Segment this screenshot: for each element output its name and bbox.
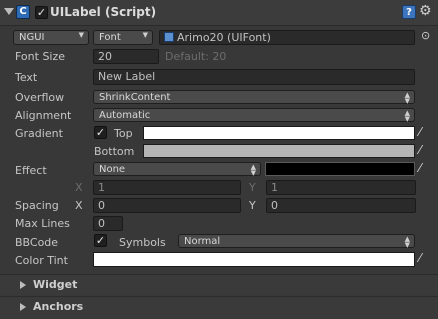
updown-arrow-icon: ▲ ▼ [404, 235, 410, 249]
font-size-field[interactable]: 20 [93, 49, 159, 64]
font-source-dropdown[interactable]: NGUI ▼ [13, 30, 89, 45]
effect-label: Effect [15, 164, 47, 177]
font-object-value: Arimo20 (UIFont) [177, 31, 271, 44]
gradient-bottom-label: Bottom [94, 145, 135, 158]
dropdown-arrow-icon: ▼ [78, 31, 84, 39]
effect-y-label: Y [249, 181, 256, 194]
component-enabled-checkbox[interactable]: ✓ [35, 6, 48, 19]
gradient-label: Gradient [15, 127, 63, 140]
widget-section-header[interactable]: Widget [0, 274, 438, 295]
max-lines-label: Max Lines [15, 217, 70, 230]
eyedropper-icon[interactable]: ⁄ [419, 161, 421, 175]
expand-arrow-icon [20, 303, 26, 311]
font-type-dropdown[interactable]: Font ▼ [93, 30, 153, 45]
help-icon[interactable]: ? [402, 5, 416, 19]
expand-arrow-icon [20, 281, 26, 289]
updown-arrow-icon: ▲ ▼ [404, 91, 410, 105]
alignment-label: Alignment [15, 109, 72, 122]
gradient-top-label: Top [114, 127, 133, 140]
symbols-value: Normal [184, 236, 221, 247]
spacing-y-field[interactable]: 0 [266, 198, 416, 213]
gear-icon[interactable]: ⚙ [419, 3, 432, 19]
font-object-field[interactable]: Arimo20 (UIFont) [159, 30, 415, 45]
gradient-bottom-color[interactable] [143, 144, 415, 158]
spacing-y-label: Y [249, 199, 256, 212]
text-field[interactable]: New Label [93, 69, 415, 85]
font-source-value: NGUI [19, 32, 45, 43]
component-title: UILabel (Script) [50, 5, 157, 19]
spacing-x-field[interactable]: 0 [93, 198, 241, 213]
effect-x-label: X [75, 181, 83, 194]
effect-x-field[interactable]: 1 [93, 180, 241, 195]
bbcode-checkbox[interactable]: ✓ [94, 234, 107, 247]
color-tint-label: Color Tint [15, 254, 68, 267]
overflow-dropdown[interactable]: ShrinkContent ▲ ▼ [93, 90, 415, 105]
bbcode-label: BBCode [15, 236, 59, 249]
effect-dropdown[interactable]: None ▲ ▼ [93, 162, 261, 177]
updown-arrow-icon: ▲ ▼ [250, 163, 256, 177]
color-tint-swatch[interactable] [93, 252, 415, 267]
dropdown-arrow-icon: ▼ [142, 31, 148, 39]
widget-section-title: Widget [33, 278, 78, 291]
font-type-value: Font [99, 32, 121, 43]
object-picker-icon[interactable]: ⊙ [421, 30, 433, 42]
gradient-top-color[interactable] [143, 126, 415, 140]
effect-value: None [99, 164, 126, 175]
font-size-label: Font Size [15, 50, 66, 63]
foldout-arrow-icon[interactable] [4, 8, 14, 15]
script-component-icon: C [16, 5, 30, 19]
text-label: Text [15, 71, 38, 84]
font-asset-icon [164, 32, 174, 42]
overflow-label: Overflow [15, 91, 65, 104]
eyedropper-icon[interactable]: ⁄ [419, 125, 421, 139]
eyedropper-icon[interactable]: ⁄ [419, 251, 421, 265]
spacing-label: Spacing [15, 199, 59, 212]
anchors-section-header[interactable]: Anchors [0, 296, 438, 319]
spacing-x-label: X [75, 199, 83, 212]
max-lines-field[interactable]: 0 [93, 216, 123, 231]
font-size-default: Default: 20 [165, 50, 227, 63]
overflow-value: ShrinkContent [99, 92, 171, 103]
symbols-label: Symbols [119, 236, 166, 249]
symbols-dropdown[interactable]: Normal ▲ ▼ [178, 234, 415, 249]
effect-color[interactable] [265, 162, 415, 176]
gradient-checkbox[interactable]: ✓ [94, 126, 107, 139]
updown-arrow-icon: ▲ ▼ [404, 109, 410, 123]
eyedropper-icon[interactable]: ⁄ [419, 143, 421, 157]
effect-y-field[interactable]: 1 [266, 180, 416, 195]
anchors-section-title: Anchors [33, 300, 84, 313]
alignment-dropdown[interactable]: Automatic ▲ ▼ [93, 108, 415, 123]
alignment-value: Automatic [99, 110, 151, 121]
